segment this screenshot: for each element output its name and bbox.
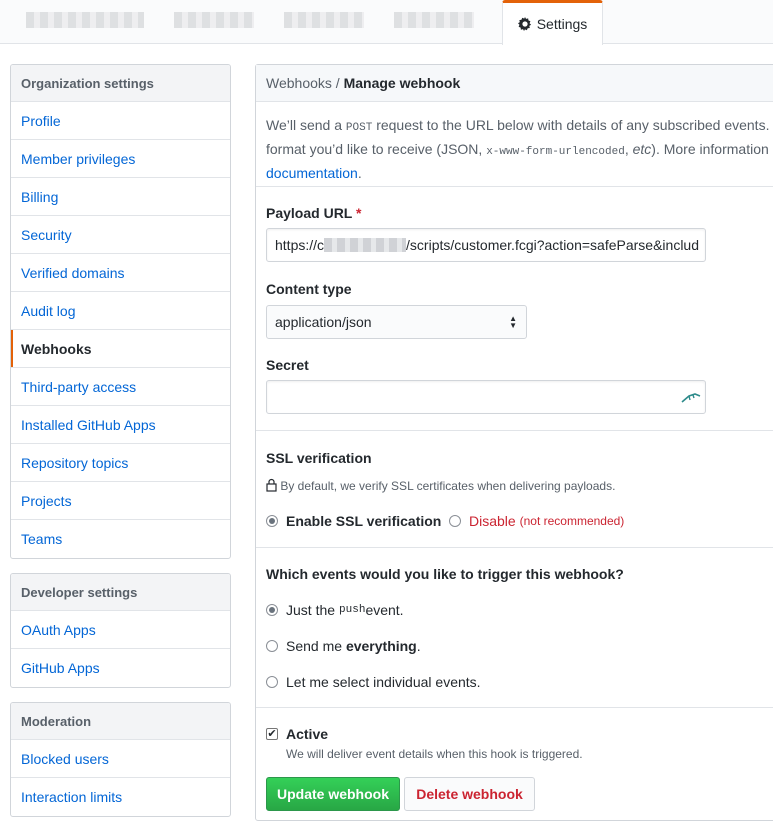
sidebar-item-interaction-limits[interactable]: Interaction limits (11, 778, 230, 816)
redacted-tab[interactable] (394, 12, 474, 28)
breadcrumb: Webhooks / Manage webhook (256, 65, 773, 102)
lock-icon (266, 478, 277, 492)
select-arrows-icon: ▲ ▼ (509, 314, 517, 330)
ssl-disable-radio[interactable] (449, 515, 461, 527)
event-everything-radio[interactable] (266, 640, 278, 652)
moderation-menu: Moderation Blocked users Interaction lim… (10, 702, 231, 817)
secret-input[interactable] (266, 380, 706, 414)
redacted-hostname (324, 238, 407, 252)
breadcrumb-parent[interactable]: Webhooks (266, 75, 332, 91)
password-key-icon[interactable] (681, 390, 701, 404)
secret-label: Secret (266, 357, 309, 373)
tab-settings-label: Settings (536, 16, 588, 32)
sidebar-item-webhooks[interactable]: Webhooks (11, 330, 230, 368)
sidebar-item-repository-topics[interactable]: Repository topics (11, 444, 230, 482)
divider (256, 707, 773, 708)
event-everything-option[interactable]: Send me everything. (266, 638, 421, 654)
content-type-select[interactable]: application/json ▲ ▼ (266, 305, 527, 339)
org-tab-bar: Settings (0, 0, 773, 45)
event-individual-radio[interactable] (266, 676, 278, 688)
sidebar-item-audit-log[interactable]: Audit log (11, 292, 230, 330)
org-settings-menu: Organization settings Profile Member pri… (10, 64, 231, 559)
ssl-verification-label: SSL verification (266, 450, 372, 466)
divider (256, 430, 773, 431)
sidebar-item-teams[interactable]: Teams (11, 520, 230, 558)
ssl-enable-option[interactable]: Enable SSL verification (266, 513, 441, 529)
sidebar-item-third-party-access[interactable]: Third-party access (11, 368, 230, 406)
event-push-option[interactable]: Just the push event. (266, 602, 404, 618)
sidebar-item-blocked-users[interactable]: Blocked users (11, 740, 230, 778)
ssl-note: By default, we verify SSL certificates w… (266, 478, 615, 493)
sidebar-item-member-privileges[interactable]: Member privileges (11, 140, 230, 178)
sidebar-item-profile[interactable]: Profile (11, 102, 230, 140)
payload-url-label: Payload URL * (266, 205, 362, 221)
event-push-radio[interactable] (266, 604, 278, 616)
menu-heading: Developer settings (11, 574, 230, 611)
page-title: Manage webhook (343, 75, 461, 91)
menu-heading: Organization settings (11, 65, 230, 102)
sidebar-item-oauth-apps[interactable]: OAuth Apps (11, 611, 230, 649)
sidebar-item-installed-github-apps[interactable]: Installed GitHub Apps (11, 406, 230, 444)
update-webhook-button[interactable]: Update webhook (266, 777, 400, 811)
content-type-label: Content type (266, 281, 352, 297)
tab-settings[interactable]: Settings (502, 0, 603, 45)
active-checkbox[interactable]: ✔ (266, 728, 278, 740)
gear-icon (517, 17, 531, 31)
breadcrumb-separator: / (335, 75, 340, 91)
divider (256, 547, 773, 548)
intro-text: We’ll send a POST request to the URL bel… (266, 117, 773, 181)
redacted-tab[interactable] (26, 12, 144, 28)
redacted-tab[interactable] (284, 12, 364, 28)
delete-webhook-button[interactable]: Delete webhook (404, 777, 535, 811)
manage-webhook-panel: Webhooks / Manage webhook We’ll send a P… (255, 64, 773, 821)
divider (256, 186, 773, 187)
sidebar-item-projects[interactable]: Projects (11, 482, 230, 520)
payload-url-input[interactable]: https://c/scripts/customer.fcgi?action=s… (266, 228, 706, 262)
sidebar-item-billing[interactable]: Billing (11, 178, 230, 216)
sidebar-item-verified-domains[interactable]: Verified domains (11, 254, 230, 292)
sidebar-item-security[interactable]: Security (11, 216, 230, 254)
developer-settings-menu: Developer settings OAuth Apps GitHub App… (10, 573, 231, 688)
event-individual-option[interactable]: Let me select individual events. (266, 674, 481, 690)
ssl-disable-option[interactable]: Disable (not recommended) (449, 513, 624, 529)
events-label: Which events would you like to trigger t… (266, 566, 624, 582)
sidebar-item-github-apps[interactable]: GitHub Apps (11, 649, 230, 687)
ssl-enable-radio[interactable] (266, 515, 278, 527)
menu-heading: Moderation (11, 703, 230, 740)
redacted-tab[interactable] (174, 12, 254, 28)
active-label: Active (286, 726, 329, 742)
active-note: We will deliver event details when this … (286, 747, 583, 761)
documentation-link[interactable]: documentation (266, 165, 358, 181)
